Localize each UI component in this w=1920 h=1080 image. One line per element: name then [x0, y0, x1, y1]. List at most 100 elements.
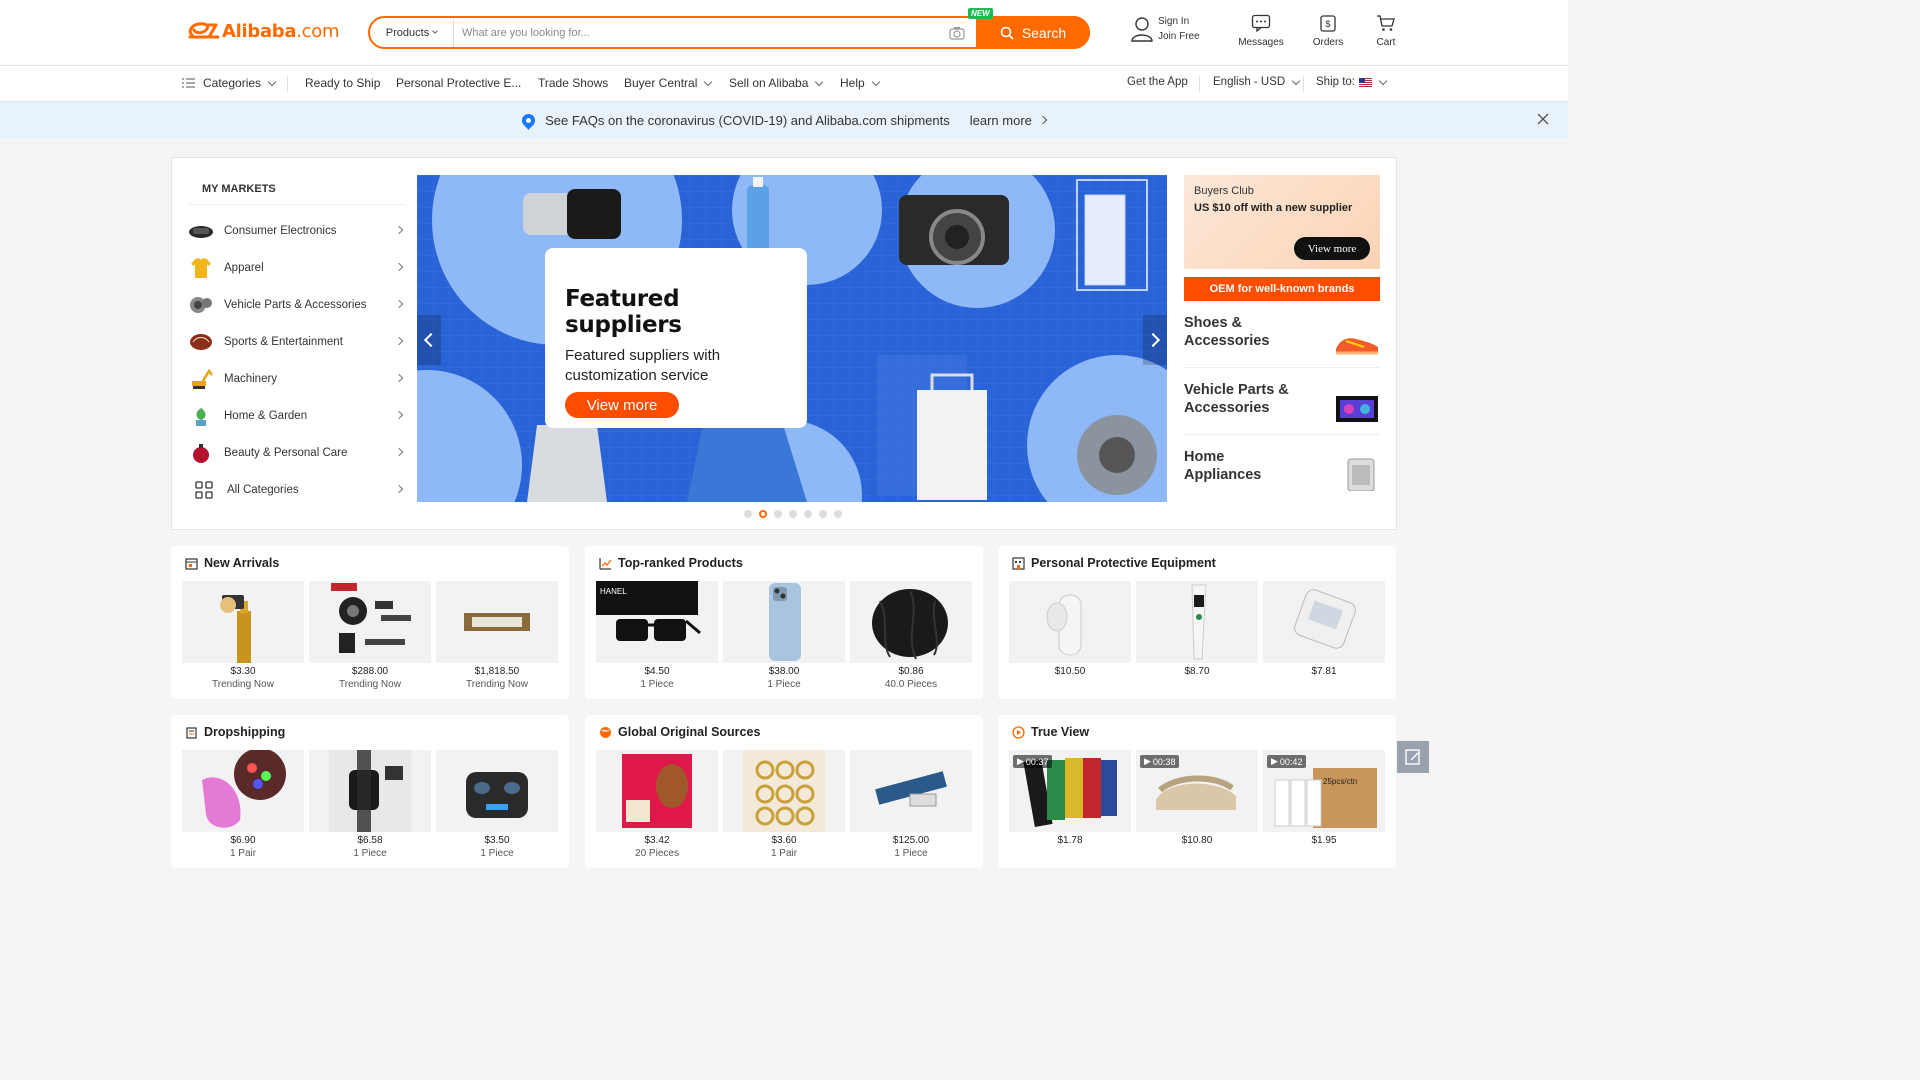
close-icon[interactable] [1537, 113, 1549, 125]
product-image[interactable] [1136, 581, 1258, 663]
play-icon: ▶ [1271, 756, 1278, 766]
card-title[interactable]: Personal Protective Equipment [1012, 556, 1216, 570]
nav-trade-shows[interactable]: Trade Shows [538, 76, 608, 90]
messages-label: Messages [1238, 37, 1284, 48]
market-item-machinery[interactable]: Machinery [188, 366, 410, 392]
product-video-thumbnail[interactable]: 25pcs/ctn ▶ 00:42 [1263, 750, 1385, 832]
card-title[interactable]: True View [1012, 725, 1089, 739]
hero-panel: MY MARKETS Consumer Electronics Apparel … [171, 157, 1397, 530]
product-video-thumbnail[interactable]: ▶ 00:38 [1136, 750, 1258, 832]
camera-icon[interactable] [946, 22, 968, 44]
banner-pagination [744, 510, 842, 518]
market-item-all-categories[interactable]: All Categories [188, 477, 410, 503]
product-image[interactable] [436, 581, 558, 663]
promo-category-vehicle-parts[interactable]: Vehicle Parts & Accessories [1184, 368, 1380, 435]
product-price: $1.95 [1311, 835, 1337, 846]
promo-category-home-appliances[interactable]: Home Appliances [1184, 435, 1380, 502]
banner-dot[interactable] [834, 510, 842, 518]
nav-help-label: Help [840, 76, 865, 90]
promo-category-label: Home Appliances [1184, 449, 1262, 483]
product-image[interactable] [723, 750, 845, 832]
card-title[interactable]: Global Original Sources [599, 725, 760, 739]
banner-next-button[interactable] [1143, 315, 1167, 365]
market-item-label: Sports & Entertainment [224, 336, 343, 348]
market-item-beauty[interactable]: Beauty & Personal Care [188, 440, 410, 466]
join-free-label[interactable]: Join Free [1158, 29, 1200, 44]
menu-icon [182, 78, 195, 88]
covid-notice-bar: See FAQs on the coronavirus (COVID-19) a… [0, 102, 1568, 138]
product-image[interactable] [182, 581, 304, 663]
sign-in-link[interactable]: Sign In Join Free [1130, 14, 1230, 44]
product-image[interactable] [309, 750, 431, 832]
product-image[interactable] [850, 581, 972, 663]
thermometer-image [1191, 584, 1207, 660]
nav-categories[interactable]: Categories [182, 76, 277, 90]
nav-ready-to-ship[interactable]: Ready to Ship [305, 76, 380, 90]
product-image[interactable] [1263, 581, 1385, 663]
main-nav: Categories Ready to Ship Personal Protec… [0, 66, 1568, 102]
earbuds-image [466, 772, 528, 818]
chevron-down-icon [1291, 76, 1301, 85]
card-title[interactable]: Top-ranked Products [599, 556, 743, 570]
hero-banner[interactable]: Featured suppliers Featured suppliers wi… [417, 175, 1167, 502]
nav-ship-to[interactable]: Ship to: [1316, 76, 1388, 88]
search-icon [1000, 26, 1014, 40]
orders-link[interactable]: $ Orders [1298, 14, 1358, 48]
search-bar: Products NEW Search [368, 8, 1090, 49]
ball-icon [188, 329, 214, 355]
nav-get-app[interactable]: Get the App [1127, 76, 1188, 88]
smartwatch-image [329, 750, 411, 832]
promo-category-label: Shoes & Accessories [1184, 315, 1270, 349]
product-image[interactable] [1009, 581, 1131, 663]
banner-dot[interactable] [804, 510, 812, 518]
grid-icon [191, 477, 217, 503]
product-video-thumbnail[interactable]: ▶ 00:37 [1009, 750, 1131, 832]
nav-sell-on-alibaba[interactable]: Sell on Alibaba [729, 76, 824, 90]
nav-language-currency[interactable]: English - USD [1213, 76, 1301, 88]
cart-link[interactable]: Cart [1362, 14, 1410, 48]
banner-dot[interactable] [819, 510, 827, 518]
banner-dot[interactable] [774, 510, 782, 518]
box-brand-label: HANEL [600, 587, 627, 596]
chevron-right-icon [394, 410, 404, 420]
messages-link[interactable]: Messages [1232, 14, 1290, 48]
trend-chart-icon [599, 557, 612, 570]
banner-dot[interactable] [744, 510, 752, 518]
product-image[interactable] [182, 750, 304, 832]
market-item-sports[interactable]: Sports & Entertainment [188, 329, 410, 355]
banner-dot[interactable] [789, 510, 797, 518]
oem-brands-link[interactable]: OEM for well-known brands [1184, 277, 1380, 301]
product-image[interactable] [850, 750, 972, 832]
buyers-club-card[interactable]: Buyers Club US $10 off with a new suppli… [1184, 175, 1380, 269]
banner-dot[interactable] [759, 510, 767, 518]
building-icon [1012, 556, 1025, 570]
search-category-select[interactable]: Products [370, 18, 454, 47]
product-image[interactable]: HANEL [596, 581, 718, 663]
product-image[interactable] [596, 750, 718, 832]
tshirt-icon [188, 255, 214, 281]
card-title[interactable]: Dropshipping [185, 725, 285, 739]
market-item-vehicle-parts[interactable]: Vehicle Parts & Accessories [188, 292, 410, 318]
product-image[interactable] [436, 750, 558, 832]
chevron-right-icon [394, 225, 404, 235]
featured-view-more-button[interactable]: View more [565, 392, 679, 418]
market-item-apparel[interactable]: Apparel [188, 255, 410, 281]
product-image[interactable] [723, 581, 845, 663]
banner-prev-button[interactable] [417, 315, 441, 365]
card-title[interactable]: New Arrivals [185, 556, 279, 570]
product-image[interactable] [309, 581, 431, 663]
search-button[interactable]: NEW Search [968, 8, 1090, 49]
promo-category-shoes[interactable]: Shoes & Accessories [1184, 301, 1380, 368]
nav-help[interactable]: Help [840, 76, 880, 90]
buyers-club-title: Buyers Club [1194, 185, 1254, 197]
earrings-image [743, 750, 825, 832]
buyers-club-view-more-button[interactable]: View more [1294, 237, 1370, 260]
learn-more-link[interactable]: learn more [970, 113, 1048, 128]
nav-ppe[interactable]: Personal Protective E... [396, 76, 521, 90]
search-input[interactable] [454, 26, 946, 39]
alibaba-logo[interactable]: Alibaba.com [186, 20, 340, 42]
market-item-consumer-electronics[interactable]: Consumer Electronics [188, 218, 410, 244]
market-item-home-garden[interactable]: Home & Garden [188, 403, 410, 429]
nav-buyer-central[interactable]: Buyer Central [624, 76, 713, 90]
feedback-button[interactable] [1397, 741, 1429, 773]
